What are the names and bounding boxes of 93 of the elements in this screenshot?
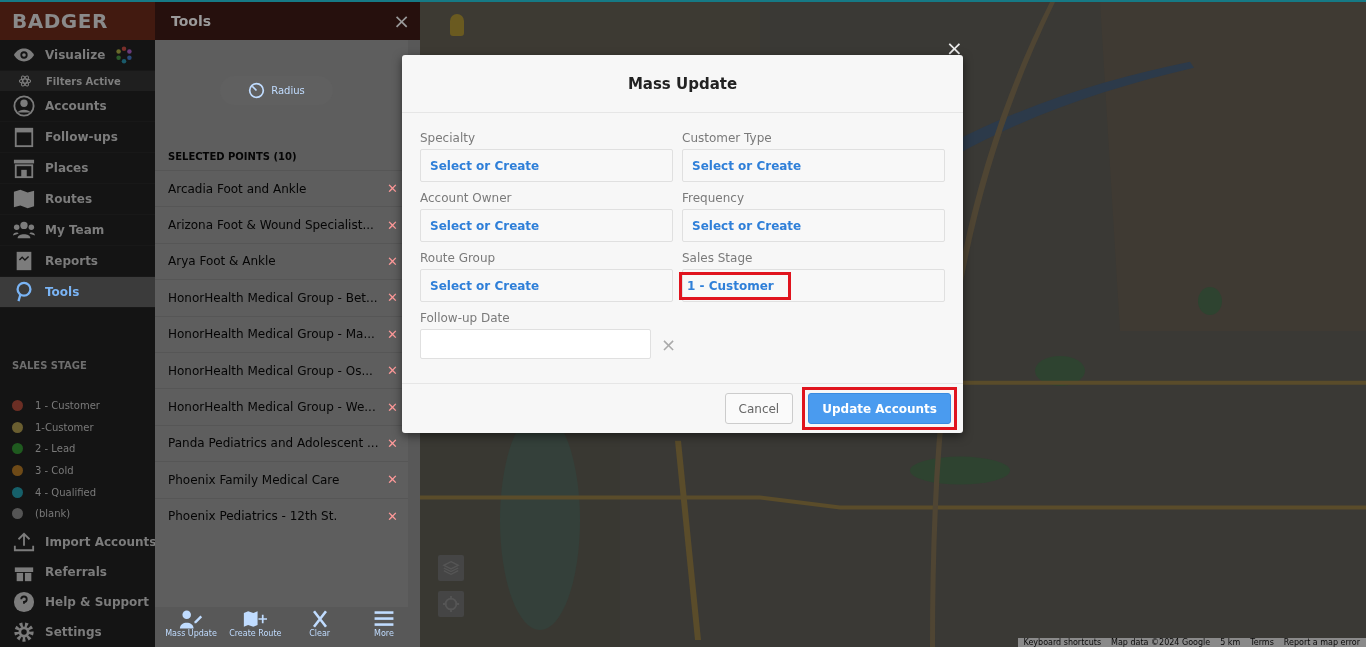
field-label: Route Group bbox=[420, 251, 497, 265]
remove-button[interactable]: ✕ bbox=[387, 399, 398, 415]
select-value: 1 - Customer bbox=[679, 271, 791, 300]
locate-button[interactable] bbox=[438, 591, 464, 617]
point-name: HonorHealth Medical Group - We... bbox=[168, 400, 376, 415]
legend-label: 2 - Lead bbox=[35, 443, 76, 455]
nav-item[interactable]: Referrals bbox=[0, 557, 155, 587]
point-row[interactable]: Phoenix Pediatrics - 12th St. ✕ bbox=[155, 497, 408, 534]
remove-button[interactable]: ✕ bbox=[387, 290, 398, 306]
store-icon bbox=[13, 157, 35, 179]
color-dots-icon bbox=[115, 46, 134, 64]
map-icon bbox=[13, 188, 35, 210]
remove-button[interactable]: ✕ bbox=[387, 217, 398, 233]
remove-button[interactable]: ✕ bbox=[387, 472, 398, 488]
toolbar-button[interactable]: Create Route bbox=[225, 607, 286, 647]
layers-button[interactable] bbox=[438, 555, 464, 581]
menu-icon bbox=[372, 609, 396, 629]
select-field[interactable]: Select or Create bbox=[682, 209, 945, 242]
panel-title: Tools bbox=[171, 13, 212, 29]
upload-icon bbox=[13, 531, 35, 553]
date-field[interactable] bbox=[420, 329, 651, 359]
nav-item[interactable]: Routes bbox=[0, 184, 155, 215]
update-button[interactable]: Update Accounts bbox=[808, 393, 951, 424]
select-value: Select or Create bbox=[429, 217, 541, 235]
select-value: Select or Create bbox=[429, 157, 541, 175]
field-label: Customer Type bbox=[682, 131, 773, 145]
select-field[interactable]: 1 - Customer bbox=[682, 269, 945, 302]
attribution-text[interactable]: 5 km bbox=[1220, 638, 1241, 647]
nav-item[interactable]: Tools bbox=[0, 277, 155, 308]
remove-button[interactable]: ✕ bbox=[387, 253, 398, 269]
point-name: Arcadia Foot and Ankle bbox=[168, 181, 307, 196]
user-pencil-icon bbox=[179, 609, 203, 629]
map-plus-icon bbox=[243, 609, 268, 629]
remove-button[interactable]: ✕ bbox=[387, 508, 398, 524]
point-name: HonorHealth Medical Group - Bet... bbox=[168, 290, 378, 305]
section-heading: SELECTED POINTS (10) bbox=[168, 151, 298, 162]
toolbar-button[interactable]: Mass Update bbox=[161, 607, 221, 647]
point-name: Phoenix Family Medical Care bbox=[168, 472, 340, 487]
field-label: Specialty bbox=[420, 131, 477, 145]
legend-title: SALES STAGE bbox=[12, 360, 88, 371]
point-name: Panda Pediatrics and Adolescent ... bbox=[168, 436, 379, 451]
field-label: Account Owner bbox=[420, 191, 513, 205]
logo: BADGER bbox=[12, 9, 108, 33]
legend-label: 1 - Customer bbox=[35, 400, 100, 412]
nav-item[interactable]: Places bbox=[0, 153, 155, 184]
field-label: Sales Stage bbox=[682, 251, 754, 265]
field-label: Frequency bbox=[682, 191, 745, 205]
point-name: HonorHealth Medical Group - Os... bbox=[168, 363, 373, 378]
person-icon bbox=[13, 95, 35, 117]
select-field[interactable]: Select or Create bbox=[420, 269, 673, 302]
filters-text: Filters Active bbox=[46, 75, 121, 87]
select-field[interactable]: Select or Create bbox=[420, 209, 673, 242]
select-value: Select or Create bbox=[691, 157, 803, 175]
field-label: Follow-up Date bbox=[420, 311, 511, 325]
legend-label: (blank) bbox=[35, 508, 71, 520]
point-name: HonorHealth Medical Group - Ma... bbox=[168, 327, 375, 342]
atom-icon bbox=[18, 74, 32, 88]
legend-label: 3 - Cold bbox=[35, 465, 74, 477]
legend-label: 1-Customer bbox=[35, 421, 94, 433]
close-button[interactable]: × bbox=[393, 9, 410, 33]
nav-item[interactable]: Import Accounts bbox=[0, 527, 155, 557]
help-icon bbox=[13, 591, 35, 613]
point-name: Arya Foot & Ankle bbox=[168, 254, 276, 269]
nav-item[interactable]: Follow-ups bbox=[0, 122, 155, 153]
select-value: Select or Create bbox=[429, 277, 541, 295]
nav-item[interactable]: Help & Support bbox=[0, 587, 155, 617]
point-name: Phoenix Pediatrics - 12th St. bbox=[168, 509, 338, 524]
remove-button[interactable]: ✕ bbox=[387, 363, 398, 379]
point-name: Arizona Foot & Wound Specialist... bbox=[168, 218, 374, 233]
attribution-text[interactable]: Report a map error bbox=[1283, 638, 1360, 647]
attribution-text[interactable]: Map data ©2024 Google bbox=[1111, 638, 1211, 647]
select-value: Select or Create bbox=[691, 217, 803, 235]
legend-label: 4 - Qualified bbox=[35, 486, 97, 498]
remove-button[interactable]: ✕ bbox=[387, 181, 398, 197]
point-row[interactable]: Phoenix Family Medical Care ✕ bbox=[155, 461, 408, 498]
cancel-button[interactable]: Cancel bbox=[724, 393, 794, 424]
nav-item[interactable]: Settings bbox=[0, 617, 155, 647]
toolbar-button[interactable]: Clear bbox=[289, 607, 350, 647]
nav-item[interactable]: Accounts bbox=[0, 91, 155, 122]
select-field[interactable]: Select or Create bbox=[682, 149, 945, 182]
remove-button[interactable]: ✕ bbox=[387, 435, 398, 451]
remove-button[interactable]: ✕ bbox=[387, 326, 398, 342]
nav-item[interactable]: My Team bbox=[0, 215, 155, 246]
toolbar-button[interactable]: More bbox=[354, 607, 414, 647]
select-field[interactable]: Select or Create bbox=[420, 149, 673, 182]
attribution-text[interactable]: Terms bbox=[1250, 638, 1274, 647]
clear-button[interactable]: × bbox=[661, 333, 677, 355]
calendar-icon bbox=[13, 126, 35, 148]
settings-icon bbox=[13, 621, 35, 643]
team-icon bbox=[13, 219, 35, 241]
attribution-text[interactable]: Keyboard shortcuts bbox=[1023, 638, 1102, 647]
radius-icon bbox=[248, 82, 266, 99]
dialog-title: Mass Update bbox=[627, 74, 738, 93]
